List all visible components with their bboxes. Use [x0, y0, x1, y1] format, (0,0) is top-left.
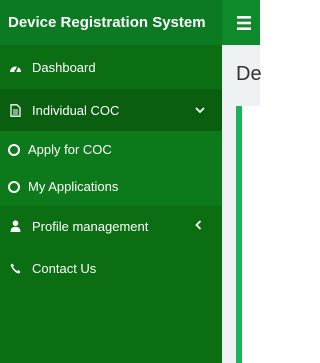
sidebar: Dashboard Individual COC Apply for COC M… [0, 45, 222, 363]
sidebar-item-label: Individual COC [32, 102, 120, 118]
document-icon [9, 103, 22, 117]
phone-icon [9, 262, 22, 275]
hamburger-menu-icon[interactable] [232, 13, 256, 33]
content-card: S 2 I A 5 C 1 [236, 106, 260, 363]
sidebar-item-individual-coc[interactable]: Individual COC [0, 89, 222, 131]
dashboard-icon [9, 61, 22, 74]
sidebar-item-dashboard[interactable]: Dashboard [0, 45, 222, 89]
user-icon [9, 220, 22, 233]
sidebar-item-contact-us[interactable]: Contact Us [0, 246, 222, 290]
submenu-item-apply-for-coc[interactable]: Apply for COC [0, 131, 222, 168]
submenu-item-my-applications[interactable]: My Applications [0, 168, 222, 205]
top-header: Device Registration System [0, 0, 260, 45]
sidebar-item-label: Profile management [32, 218, 149, 234]
sidebar-item-label: Dashboard [32, 59, 96, 75]
circle-icon [8, 143, 20, 156]
individual-coc-submenu: Apply for COC My Applications [0, 131, 222, 206]
circle-icon [8, 180, 20, 193]
chevron-down-icon [195, 103, 205, 117]
chevron-left-icon [195, 219, 202, 233]
submenu-item-label: Apply for COC [28, 142, 112, 157]
submenu-item-label: My Applications [28, 179, 119, 194]
sidebar-item-label: Contact Us [32, 260, 97, 276]
sidebar-item-profile-management[interactable]: Profile management [0, 206, 222, 246]
page-title: De [236, 63, 262, 85]
app-title: Device Registration System [0, 0, 222, 45]
